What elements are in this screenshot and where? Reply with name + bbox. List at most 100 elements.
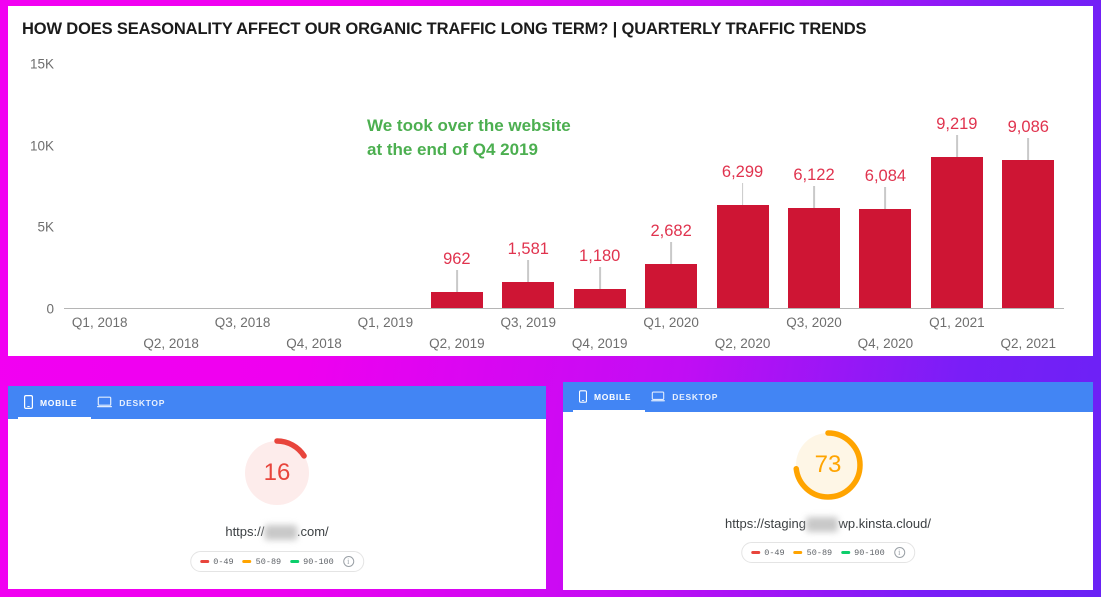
audited-url-suffix: wp.kinsta.cloud/ (838, 516, 931, 531)
bar-label-leader-line (598, 266, 601, 289)
tab-mobile[interactable]: MOBILE (18, 386, 92, 419)
bar-label-leader-line (1027, 137, 1030, 160)
bar-label-leader-line (813, 186, 815, 209)
legend-label-poor: 0-49 (213, 556, 234, 567)
legend-label-good: 90-100 (854, 547, 885, 558)
x-axis-tick: Q3, 2019 (500, 315, 557, 330)
legend-item-good: 90-100 (290, 557, 334, 567)
bar-value-label: 962 (443, 250, 471, 269)
performance-score-gauge: 73 (789, 426, 867, 504)
bar[interactable] (502, 282, 555, 308)
audited-url: https://stagingxxxxxwp.kinsta.cloud/ (725, 516, 931, 533)
x-axis-tick: Q1, 2019 (357, 315, 414, 330)
x-axis-tick: Q2, 2020 (714, 336, 771, 351)
y-axis-tick: 5K (37, 219, 54, 235)
bar[interactable] (930, 157, 983, 308)
audited-url-blurred: xxxxx (264, 525, 297, 541)
bar-value-label: 6,084 (864, 166, 907, 185)
mobile-phone-icon (579, 389, 588, 405)
score-gauge-wrap: 16 (238, 434, 316, 512)
bar-label-leader-line (955, 135, 958, 158)
info-icon[interactable]: i (342, 556, 354, 567)
audited-url-suffix: .com/ (296, 524, 329, 539)
bar[interactable] (859, 208, 912, 308)
x-axis-line (64, 307, 1064, 309)
legend-label-average: 50-89 (806, 547, 833, 558)
pagespeed-tabbar: MOBILE DESKTOP (563, 382, 1093, 412)
chart-annotation: We took over the website at the end of Q… (367, 114, 571, 162)
legend-item-average: 50-89 (242, 556, 282, 567)
pagespeed-panel-production: MOBILE DESKTOP 16 https://xxxxx.com/ 0-4… (8, 386, 546, 589)
bar-label-leader-line (527, 260, 530, 283)
bar-label-leader-line (670, 242, 673, 265)
x-axis-tick: Q1, 2021 (929, 315, 985, 330)
bar[interactable] (1002, 159, 1055, 308)
pagespeed-tabbar: MOBILE DESKTOP (8, 386, 546, 419)
bar-value-label: 9,086 (1007, 117, 1049, 136)
legend-label-average: 50-89 (255, 556, 282, 567)
x-axis-tick: Q3, 2020 (786, 315, 842, 330)
legend-item-average: 50-89 (793, 547, 833, 558)
quarterly-traffic-chart-card: HOW DOES SEASONALITY AFFECT OUR ORGANIC … (8, 6, 1093, 356)
legend-label-good: 90-100 (303, 556, 334, 567)
legend-item-poor: 0-49 (200, 556, 234, 567)
bar-label-leader-line (884, 186, 887, 209)
legend-swatch-average (793, 551, 803, 554)
info-icon[interactable]: i (893, 547, 905, 558)
desktop-laptop-icon (97, 396, 113, 410)
x-axis-tick: Q4, 2018 (286, 336, 342, 351)
bar[interactable] (716, 205, 769, 308)
legend-swatch-poor (751, 551, 761, 554)
x-axis-tick: Q3, 2018 (214, 315, 271, 330)
performance-score-value: 73 (814, 451, 842, 478)
tab-desktop[interactable]: DESKTOP (91, 386, 179, 419)
legend-item-good: 90-100 (841, 548, 885, 558)
bar-value-label: 9,219 (936, 115, 978, 134)
tab-mobile-label: MOBILE (40, 397, 78, 408)
y-axis-tick: 0 (46, 301, 54, 317)
pagespeed-panel-staging: MOBILE DESKTOP 73 https://stagingxxxxxwp… (563, 382, 1093, 590)
bar-value-label: 6,122 (793, 166, 835, 184)
y-axis-tick: 10K (29, 138, 54, 154)
tab-desktop[interactable]: DESKTOP (645, 382, 732, 412)
tab-mobile[interactable]: MOBILE (573, 382, 646, 412)
tab-desktop-label: DESKTOP (672, 392, 719, 402)
audited-url-prefix: https://staging (725, 516, 806, 531)
desktop-laptop-icon (651, 391, 666, 404)
legend-item-poor: 0-49 (751, 547, 785, 558)
bar-value-label: 6,299 (721, 163, 764, 182)
mobile-phone-icon (24, 394, 34, 411)
bar[interactable] (573, 288, 626, 308)
bar-value-label: 1,581 (507, 240, 549, 259)
bar[interactable] (430, 292, 483, 308)
legend-label-poor: 0-49 (764, 547, 785, 558)
score-gauge-wrap: 73 (789, 426, 867, 504)
tab-mobile-label: MOBILE (594, 392, 632, 402)
audited-url-blurred: xxxxx (805, 517, 839, 533)
x-axis-tick: Q4, 2020 (857, 336, 914, 351)
chart-title: HOW DOES SEASONALITY AFFECT OUR ORGANIC … (22, 20, 867, 38)
x-axis-tick: Q2, 2019 (429, 336, 485, 351)
legend-swatch-good (290, 560, 300, 563)
score-legend: 0-49 50-89 90-100 i (190, 551, 364, 572)
bar[interactable] (788, 208, 840, 308)
x-axis-tick: Q1, 2020 (643, 315, 699, 330)
legend-swatch-poor (200, 560, 210, 563)
bar[interactable] (645, 264, 698, 308)
bar-label-leader-line (455, 270, 458, 293)
legend-swatch-good (841, 551, 851, 554)
performance-score-value: 16 (263, 459, 291, 486)
y-axis-tick: 15K (29, 56, 54, 72)
tab-desktop-label: DESKTOP (119, 397, 166, 408)
pagespeed-body: 73 https://stagingxxxxxwp.kinsta.cloud/ … (563, 412, 1093, 590)
audited-url: https://xxxxx.com/ (225, 524, 329, 541)
pagespeed-body: 16 https://xxxxx.com/ 0-49 50-89 90-100 … (8, 419, 546, 589)
chart-annotation-line-1: We took over the website (367, 116, 571, 135)
bar-label-leader-line (741, 183, 744, 206)
x-axis-tick: Q2, 2018 (143, 336, 199, 351)
legend-swatch-average (242, 560, 252, 563)
bar-value-label: 1,180 (579, 246, 621, 265)
x-axis-tick: Q4, 2019 (571, 336, 628, 351)
x-axis-tick: Q1, 2018 (71, 315, 128, 330)
bar-value-label: 2,682 (650, 222, 692, 241)
